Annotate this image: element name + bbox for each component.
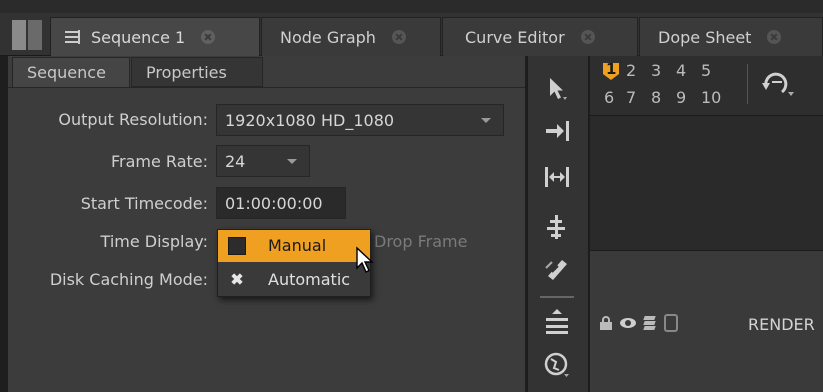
start-timecode-input[interactable]: 01:00:00:00 — [216, 187, 346, 219]
close-icon[interactable] — [391, 30, 406, 44]
panel-divider — [8, 87, 525, 88]
dropdown-value: 24 — [225, 151, 246, 171]
tab-label: Curve Editor — [465, 27, 565, 47]
close-icon[interactable] — [580, 30, 595, 44]
disk-icon[interactable] — [664, 314, 678, 332]
tab-label: Sequence 1 — [91, 27, 186, 47]
viewer-number[interactable]: 9 — [676, 88, 686, 107]
razor-icon — [545, 260, 567, 280]
menu-item-label: Automatic — [268, 270, 351, 289]
checkbox-icon — [228, 237, 246, 255]
frame-rate-label: Frame Rate: — [110, 152, 208, 171]
subtab-label: Properties — [146, 62, 227, 82]
select-tool-button[interactable] — [537, 72, 577, 106]
lock-icon[interactable] — [600, 316, 614, 330]
disk-caching-label: Disk Caching Mode: — [49, 270, 208, 289]
tab-node-graph[interactable]: Node Graph — [261, 17, 441, 56]
chevron-down-icon — [287, 159, 297, 164]
timeline-ruler[interactable] — [590, 115, 823, 251]
viewer-number[interactable]: 5 — [701, 61, 711, 80]
expand-icon — [545, 167, 569, 187]
refresh-icon — [762, 72, 794, 96]
time-display-label: Time Display: — [100, 232, 208, 251]
align-tool-button[interactable] — [537, 210, 577, 244]
globe-tool-button[interactable] — [537, 348, 577, 382]
eye-icon[interactable] — [620, 318, 636, 328]
close-icon[interactable] — [767, 30, 782, 44]
viewer-number[interactable]: 6 — [604, 88, 614, 107]
expand-tool-button[interactable] — [537, 160, 577, 194]
toolbar-divider — [540, 296, 574, 298]
move-icon — [546, 121, 569, 141]
viewer-number[interactable]: 3 — [651, 61, 661, 80]
viewer-number[interactable]: 8 — [651, 88, 661, 107]
move-tool-button[interactable] — [537, 114, 577, 148]
frame-rate-dropdown[interactable]: 24 — [216, 145, 310, 177]
tab-label: Node Graph — [280, 27, 376, 47]
slip-icon — [546, 309, 568, 334]
refresh-button[interactable] — [758, 66, 798, 102]
toolbar-separator — [747, 64, 748, 104]
subtab-sequence[interactable]: Sequence — [12, 57, 130, 87]
tab-label: Dope Sheet — [658, 27, 752, 47]
subtab-label: Sequence — [27, 63, 106, 82]
start-timecode-label: Start Timecode: — [80, 194, 208, 213]
output-resolution-label: Output Resolution: — [58, 110, 208, 129]
track-label: RENDER — [748, 315, 815, 334]
cursor-arrow-icon — [356, 246, 374, 273]
output-resolution-dropdown[interactable]: 1920x1080 HD_1080 — [216, 104, 504, 136]
tab-curve-editor[interactable]: Curve Editor — [442, 17, 638, 56]
layers-icon[interactable] — [642, 315, 658, 331]
dropdown-value: 1920x1080 HD_1080 — [225, 110, 395, 130]
drop-frame-label: Drop Frame — [374, 232, 468, 251]
close-icon[interactable] — [201, 30, 216, 44]
panel-grip-icon[interactable] — [12, 20, 44, 50]
tab-dope-sheet[interactable]: Dope Sheet — [639, 17, 823, 56]
viewer-number[interactable]: 7 — [626, 88, 636, 107]
select-arrow-icon — [550, 78, 567, 100]
tab-sequence-1[interactable]: Sequence 1 — [50, 17, 260, 56]
viewer-number[interactable]: 4 — [676, 61, 686, 80]
viewer-number: 1 — [606, 60, 617, 78]
sequence-tab-icon — [65, 30, 83, 44]
viewer-number[interactable]: 10 — [701, 88, 721, 107]
menu-item-label: Manual — [268, 236, 327, 255]
input-value: 01:00:00:00 — [225, 193, 323, 213]
chevron-down-icon — [481, 118, 491, 123]
globe-icon — [544, 352, 569, 377]
viewer-number[interactable]: 2 — [626, 61, 636, 80]
check-icon — [229, 271, 245, 287]
subtab-properties[interactable]: Properties — [131, 57, 263, 87]
align-icon — [547, 215, 565, 239]
razor-tool-button[interactable] — [537, 252, 577, 286]
slip-tool-button[interactable] — [537, 304, 577, 338]
layer-number-badge[interactable]: 1 — [600, 60, 622, 82]
